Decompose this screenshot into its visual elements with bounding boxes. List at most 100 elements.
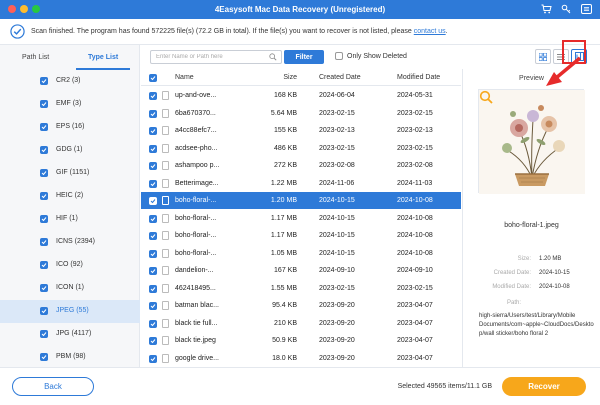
row-checkbox[interactable] — [149, 197, 157, 205]
row-checkbox[interactable] — [149, 249, 157, 258]
sidebar-item[interactable]: JPG (4117) — [0, 323, 140, 346]
row-checkbox[interactable] — [149, 179, 157, 188]
row-created-date: 2023-09-20 — [319, 319, 355, 327]
row-checkbox[interactable] — [149, 232, 157, 240]
tab-path-list[interactable]: Path List — [22, 54, 49, 61]
table-row[interactable]: up-and-ove... 168 KB 2024-06-04 2024-05-31 — [141, 87, 461, 104]
image-file-icon — [162, 231, 169, 240]
sidebar-item-checkbox[interactable] — [40, 284, 48, 292]
row-name: ashampoo p... — [175, 162, 220, 169]
sidebar-item[interactable]: PBM (98) — [0, 346, 140, 369]
table-row[interactable]: 462418495... 1.55 MB 2023-02-15 2023-02-15 — [141, 280, 461, 297]
table-row[interactable]: a4cc88efc7... 155 KB 2023-02-13 2023-02-13 — [141, 122, 461, 139]
sidebar-item-checkbox[interactable] — [40, 123, 48, 131]
row-checkbox[interactable] — [149, 267, 157, 275]
column-size[interactable]: Size — [245, 74, 297, 81]
sidebar-item-checkbox[interactable] — [40, 77, 48, 85]
image-file-icon — [162, 336, 169, 345]
sidebar-item[interactable]: ICNS (2394) — [0, 231, 140, 254]
row-checkbox[interactable] — [149, 319, 157, 328]
image-file-icon — [162, 318, 169, 328]
sidebar-item[interactable]: ICO (92) — [0, 254, 140, 277]
table-row[interactable]: boho-floral-... 1.05 MB 2024-10-15 2024-10-… — [141, 245, 461, 262]
cart-icon[interactable] — [540, 3, 552, 15]
sidebar-item[interactable]: GIF (1151) — [0, 162, 140, 185]
sidebar-item[interactable]: EPS (16) — [0, 116, 140, 139]
only-deleted-checkbox[interactable] — [335, 52, 343, 60]
row-modified-date: 2023-04-07 — [397, 354, 433, 362]
table-row[interactable]: acdsee-pho... 486 KB 2023-02-15 2023-02-15 — [141, 140, 461, 157]
row-created-date: 2024-10-15 — [319, 232, 355, 239]
sidebar-item-checkbox[interactable] — [40, 146, 48, 154]
sidebar-item-label: HIF (1) — [56, 215, 78, 222]
sidebar-item-label: GIF (1151) — [56, 169, 90, 176]
sidebar-item-label: ICON (1) — [56, 284, 84, 291]
table-row[interactable]: boho-floral-... 1.17 MB 2024-10-15 2024-10-… — [141, 227, 461, 244]
sidebar-item-checkbox[interactable] — [40, 238, 48, 246]
row-checkbox[interactable] — [149, 109, 157, 118]
row-size: 1.55 MB — [270, 284, 297, 292]
sidebar-item-label: ICNS (2394) — [56, 238, 95, 245]
row-checkbox[interactable] — [149, 162, 157, 170]
sidebar-item[interactable]: GDG (1) — [0, 139, 140, 162]
table-row[interactable]: boho-floral-... 1.17 MB 2024-10-15 2024-10-… — [141, 210, 461, 227]
row-modified-date: 2023-04-07 — [397, 319, 433, 327]
sidebar-item-checkbox[interactable] — [40, 169, 48, 177]
sidebar-item[interactable]: ICON (1) — [0, 277, 140, 300]
sidebar-item[interactable]: CR2 (3) — [0, 70, 140, 93]
row-checkbox[interactable] — [149, 214, 157, 223]
row-size: 5.64 MB — [270, 109, 297, 117]
row-created-date: 2023-02-15 — [319, 284, 355, 292]
row-checkbox[interactable] — [149, 284, 157, 293]
table-row[interactable]: boho-floral-... 1.20 MB 2024-10-15 2024-10-… — [141, 192, 461, 209]
tab-type-list[interactable]: Type List — [88, 54, 118, 61]
zoom-icon[interactable] — [479, 90, 493, 104]
row-checkbox[interactable] — [149, 354, 157, 363]
sidebar-item[interactable]: HIF (1) — [0, 208, 140, 231]
contact-us-link[interactable]: contact us — [414, 28, 446, 35]
table-row[interactable]: google drive... 18.0 KB 2023-09-20 2023-04-… — [141, 350, 461, 367]
row-checkbox[interactable] — [149, 302, 157, 310]
sidebar-item[interactable]: EMF (3) — [0, 93, 140, 116]
row-checkbox[interactable] — [149, 337, 157, 345]
table-row[interactable]: batman blac... 95.4 KB 2023-09-20 2023-04-0… — [141, 297, 461, 314]
recover-button[interactable]: Recover — [502, 377, 586, 396]
sidebar-item[interactable]: JPEG (55) — [0, 300, 140, 323]
key-icon[interactable] — [560, 3, 572, 15]
table-row[interactable]: dandelion-... 167 KB 2024-09-10 2024-09-10 — [141, 262, 461, 279]
column-modified-date[interactable]: Modified Date — [397, 74, 440, 81]
sidebar-item-checkbox[interactable] — [40, 215, 48, 223]
row-size: 1.17 MB — [270, 214, 297, 222]
filter-button[interactable]: Filter — [284, 50, 324, 64]
table-row[interactable]: black tie.jpeg 50.9 KB 2023-09-20 2023-04-0… — [141, 332, 461, 349]
table-row[interactable]: Betterimage... 1.22 MB 2024-11-06 2024-11-0… — [141, 175, 461, 192]
row-modified-date: 2024-10-08 — [397, 197, 433, 204]
back-button[interactable]: Back — [12, 377, 94, 396]
sidebar-item-checkbox[interactable] — [40, 261, 48, 269]
sidebar-item-checkbox[interactable] — [40, 307, 48, 315]
sidebar-item-checkbox[interactable] — [40, 100, 48, 108]
sidebar-item[interactable]: HEIC (2) — [0, 185, 140, 208]
table-row[interactable]: 6ba670370... 5.64 MB 2023-02-15 2023-02-15 — [141, 105, 461, 122]
only-show-deleted-toggle[interactable]: Only Show Deleted — [335, 52, 407, 60]
search-input[interactable] — [150, 50, 282, 64]
sidebar-item-checkbox[interactable] — [40, 192, 48, 200]
column-created-date[interactable]: Created Date — [319, 74, 361, 81]
modified-date-value: 2024-10-08 — [539, 284, 570, 290]
column-name[interactable]: Name — [175, 74, 194, 81]
menu-icon[interactable] — [580, 3, 592, 15]
sidebar-item-checkbox[interactable] — [40, 353, 48, 361]
row-checkbox[interactable] — [149, 144, 157, 153]
size-label: Size: — [517, 256, 531, 262]
sidebar-item-checkbox[interactable] — [40, 330, 48, 338]
table-row[interactable]: black tie full... 210 KB 2023-09-20 2023-04… — [141, 315, 461, 332]
search-icon[interactable] — [269, 53, 277, 61]
image-file-icon — [162, 196, 169, 205]
select-all-checkbox[interactable] — [149, 74, 157, 82]
row-checkbox[interactable] — [149, 92, 157, 100]
sidebar-item-label: JPG (4117) — [56, 330, 92, 337]
row-checkbox[interactable] — [149, 127, 157, 135]
image-file-icon — [162, 266, 169, 275]
table-row[interactable]: ashampoo p... 272 KB 2023-02-08 2023-02-08 — [141, 157, 461, 174]
image-file-icon — [162, 91, 169, 100]
